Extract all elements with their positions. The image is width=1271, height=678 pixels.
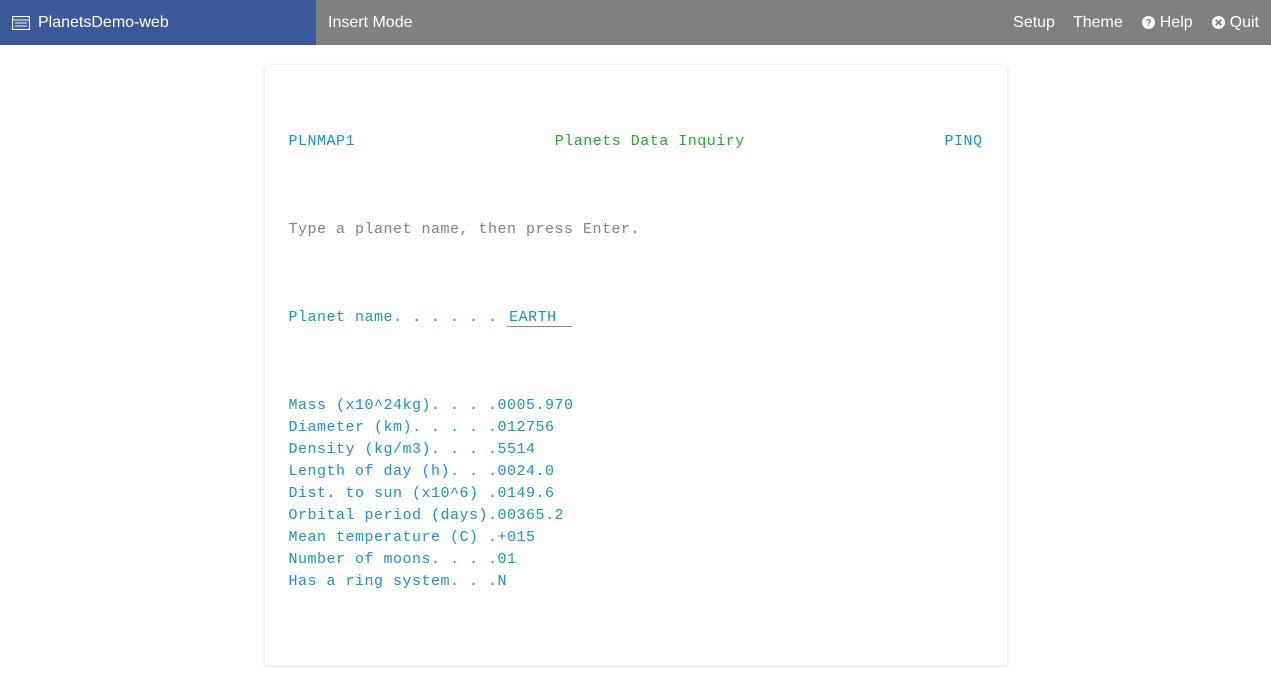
- field-label: Has a ring system. . .: [289, 571, 498, 593]
- planet-name-input[interactable]: [507, 309, 572, 327]
- field-value: N: [498, 571, 508, 593]
- close-icon: [1211, 15, 1226, 30]
- field-label: Dist. to sun (x10^6) .: [289, 483, 498, 505]
- nav-help-label: Help: [1160, 14, 1193, 32]
- field-row: Diameter (km). . . . . 012756: [289, 417, 983, 439]
- field-label: Mean temperature (C) .: [289, 527, 498, 549]
- app-title-region: PlanetsDemo-web: [0, 0, 316, 45]
- field-value: 012756: [498, 417, 555, 439]
- field-value: 01: [498, 549, 517, 571]
- nav-theme[interactable]: Theme: [1073, 14, 1123, 32]
- screen-header-row: PLNMAP1 Planets Data Inquiry PINQ: [289, 131, 983, 153]
- planet-name-row: Planet name. . . . . .: [289, 307, 983, 329]
- mode-indicator: Insert Mode: [316, 0, 1013, 45]
- field-label: Length of day (h). . .: [289, 461, 498, 483]
- field-value: 5514: [498, 439, 536, 461]
- workspace: PLNMAP1 Planets Data Inquiry PINQ Type a…: [0, 45, 1271, 665]
- screen-title: Planets Data Inquiry: [555, 131, 745, 153]
- top-bar: PlanetsDemo-web Insert Mode Setup Theme …: [0, 0, 1271, 45]
- field-label: Diameter (km). . . . .: [289, 417, 498, 439]
- app-title: PlanetsDemo-web: [38, 14, 169, 32]
- nav-setup[interactable]: Setup: [1013, 14, 1055, 32]
- field-row: Orbital period (days). 00365.2: [289, 505, 983, 527]
- field-row: Mass (x10^24kg). . . . 0005.970: [289, 395, 983, 417]
- instruction-text: Type a planet name, then press Enter.: [289, 219, 983, 241]
- nav-setup-label: Setup: [1013, 14, 1055, 32]
- field-row: Length of day (h). . . 0024.0: [289, 461, 983, 483]
- data-fields: Mass (x10^24kg). . . . 0005.970Diameter …: [289, 395, 983, 593]
- field-value: +015: [498, 527, 536, 549]
- field-value: 0149.6: [498, 483, 555, 505]
- field-row: Dist. to sun (x10^6) . 0149.6: [289, 483, 983, 505]
- field-value: 0005.970: [498, 395, 574, 417]
- field-label: Density (kg/m3). . . .: [289, 439, 498, 461]
- field-row: Number of moons. . . . 01: [289, 549, 983, 571]
- top-nav: Setup Theme ? Help Quit: [1013, 0, 1271, 45]
- window-icon: [12, 16, 30, 30]
- field-label: Mass (x10^24kg). . . .: [289, 395, 498, 417]
- planet-name-label: Planet name. . . . . .: [289, 307, 498, 329]
- program-id: PINQ: [944, 131, 982, 153]
- field-value: 0024.0: [498, 461, 555, 483]
- svg-text:?: ?: [1145, 18, 1151, 29]
- help-icon: ?: [1141, 15, 1156, 30]
- field-label: Orbital period (days).: [289, 505, 498, 527]
- field-row: Density (kg/m3). . . . 5514: [289, 439, 983, 461]
- nav-help[interactable]: ? Help: [1141, 14, 1193, 32]
- field-label: Number of moons. . . .: [289, 549, 498, 571]
- field-row: Mean temperature (C) . +015: [289, 527, 983, 549]
- map-id: PLNMAP1: [289, 131, 356, 153]
- nav-theme-label: Theme: [1073, 14, 1123, 32]
- field-row: Has a ring system. . . N: [289, 571, 983, 593]
- nav-quit[interactable]: Quit: [1211, 14, 1259, 32]
- nav-quit-label: Quit: [1230, 14, 1259, 32]
- terminal-screen: PLNMAP1 Planets Data Inquiry PINQ Type a…: [265, 65, 1007, 665]
- field-value: 00365.2: [498, 505, 565, 527]
- mode-label: Insert Mode: [328, 14, 412, 32]
